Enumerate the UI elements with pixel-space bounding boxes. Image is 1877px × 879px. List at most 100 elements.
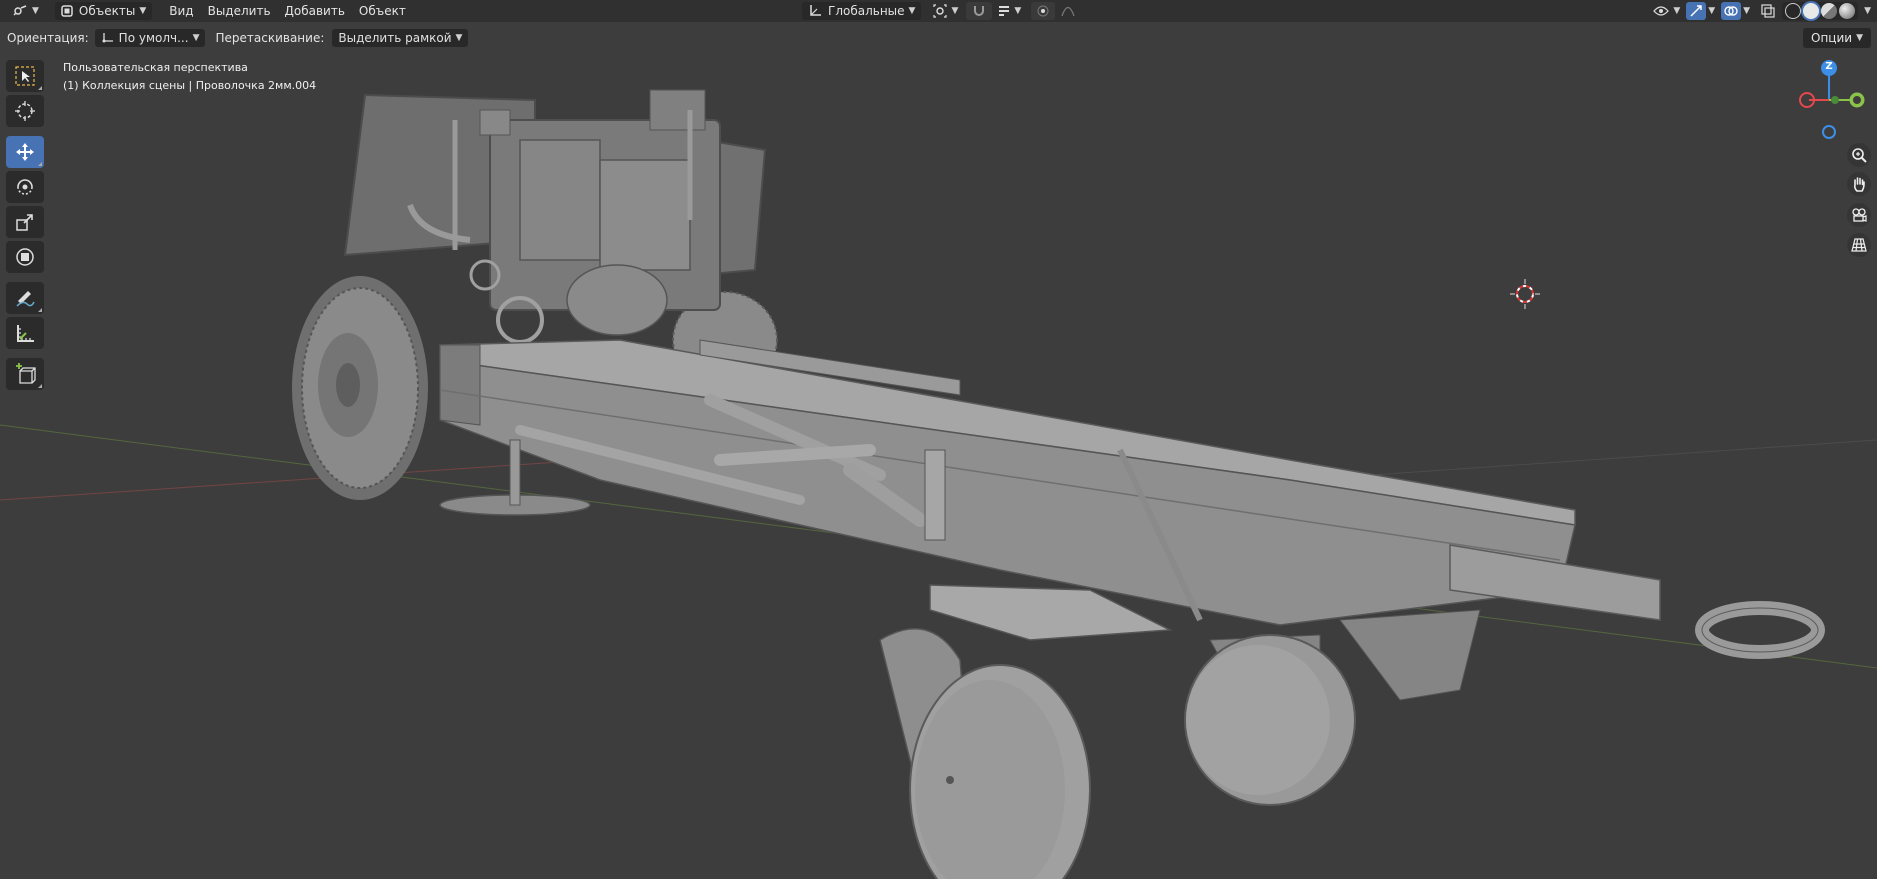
lower-bracket-right	[1339, 609, 1481, 701]
chevron-down-icon: ▼	[1673, 6, 1681, 16]
tow-bar	[1449, 544, 1825, 659]
proportional-edit-icon	[1037, 5, 1049, 17]
zoom-icon	[1852, 148, 1867, 163]
menu-add[interactable]: Добавить	[278, 4, 352, 18]
chevron-down-icon: ▼	[139, 6, 147, 16]
select-box-tool[interactable]	[6, 60, 44, 92]
annotate-icon	[16, 291, 35, 307]
object-mode-icon	[61, 5, 73, 17]
gizmo-toggle[interactable]	[1686, 2, 1707, 20]
hand-icon	[1853, 177, 1865, 192]
viewport-header: ▼ Объекты ▼ Вид Выделить Добавить Объект…	[0, 0, 1877, 22]
orientation-dropdown[interactable]: По умолч... ▼	[94, 29, 206, 47]
orientation-axes-icon	[102, 33, 113, 43]
scale-icon	[16, 214, 33, 231]
move-icon	[16, 143, 34, 161]
gizmo-z-label: Z	[1825, 61, 1833, 72]
menu-view[interactable]: Вид	[162, 4, 200, 18]
rendered-shading-icon[interactable]	[1839, 3, 1856, 19]
measure-icon	[17, 325, 34, 342]
grid-line	[1299, 439, 1877, 481]
transform-icon	[16, 248, 34, 266]
chevron-down-icon[interactable]: ▼	[1708, 6, 1715, 16]
xray-icon	[1761, 4, 1775, 18]
solid-shading-icon[interactable]	[1803, 3, 1820, 19]
add-cube-tool[interactable]	[6, 358, 44, 390]
orientation-axes-icon	[810, 5, 821, 16]
options-label: Опции	[1811, 31, 1853, 45]
tool-settings-header: Ориентация: По умолч... ▼ Перетаскивание…	[0, 26, 1877, 50]
chevron-down-icon[interactable]: ▼	[1864, 6, 1871, 16]
drag-label: Перетаскивание:	[215, 31, 325, 45]
drag-dropdown[interactable]: Выделить рамкой ▼	[332, 29, 469, 47]
chevron-down-icon: ▼	[455, 33, 463, 43]
gizmo-icon	[1690, 5, 1702, 17]
mode-dropdown[interactable]: Объекты ▼	[54, 2, 153, 20]
zoom-button[interactable]	[1847, 143, 1871, 167]
chevron-down-icon[interactable]: ▼	[1743, 6, 1750, 16]
snap-target-button[interactable]: ▼	[992, 2, 1027, 20]
eye-icon	[1653, 6, 1670, 16]
xray-toggle[interactable]	[1758, 2, 1778, 20]
cursor-tool[interactable]	[6, 95, 44, 127]
chevron-down-icon: ▼	[908, 6, 916, 16]
chevron-down-icon: ▼	[32, 6, 39, 16]
grid-perspective-icon	[1851, 238, 1867, 252]
chevron-down-icon: ▼	[1014, 6, 1022, 16]
camera-icon	[1852, 208, 1867, 222]
rotate-icon	[17, 179, 33, 195]
pivot-point-button[interactable]: ▼	[927, 2, 964, 20]
add-cube-icon	[16, 363, 36, 384]
mode-label: Объекты	[78, 4, 136, 18]
select-box-icon	[15, 66, 35, 86]
chevron-down-icon: ▼	[1856, 33, 1863, 43]
drag-value: Выделить рамкой	[338, 31, 452, 45]
overlays-icon	[1724, 6, 1738, 16]
3d-cursor	[1510, 279, 1540, 309]
snap-increment-icon	[999, 6, 1010, 16]
snap-toggle[interactable]	[966, 2, 993, 20]
orientation-value: По умолч...	[118, 31, 189, 45]
3d-viewport[interactable]	[0, 50, 1877, 879]
pan-button[interactable]	[1847, 172, 1871, 196]
wireframe-shading-icon[interactable]	[1785, 3, 1802, 19]
shading-mode-group	[1782, 2, 1859, 20]
perspective-toggle-button[interactable]	[1847, 233, 1871, 257]
visibility-button[interactable]: ▼	[1647, 2, 1686, 20]
measure-tool[interactable]	[6, 317, 44, 349]
transform-tool[interactable]	[6, 241, 44, 273]
falloff-button[interactable]	[1055, 2, 1081, 20]
big-wheel-left	[292, 276, 428, 500]
transform-orientation-dropdown[interactable]: Глобальные ▼	[802, 2, 922, 20]
collection-info-label: (1) Коллекция сцены | Проволочка 2мм.004	[63, 79, 317, 92]
trail-front-face	[439, 344, 481, 426]
view-name-label: Пользовательская перспектива	[63, 61, 248, 74]
magnet-icon	[974, 6, 985, 16]
overlays-toggle[interactable]	[1721, 2, 1742, 20]
chevron-down-icon: ▼	[192, 33, 200, 43]
transform-orientation-label: Глобальные	[828, 4, 905, 18]
scene-render	[0, 89, 1877, 879]
falloff-curve-icon	[1061, 6, 1075, 17]
editor-type-icon	[13, 5, 27, 16]
rotate-tool[interactable]	[6, 171, 44, 203]
material-shading-icon[interactable]	[1821, 3, 1838, 19]
scale-tool[interactable]	[6, 206, 44, 238]
small-wheel-rear	[1184, 634, 1356, 806]
move-tool[interactable]	[6, 136, 44, 168]
chevron-down-icon: ▼	[951, 6, 959, 16]
proportional-edit-toggle[interactable]	[1031, 2, 1056, 20]
viewport-info: Пользовательская перспектива (1) Коллекц…	[63, 59, 316, 95]
menu-select[interactable]: Выделить	[201, 4, 278, 18]
navigation-gizmo[interactable]: Z	[1797, 58, 1867, 146]
annotate-tool[interactable]	[6, 282, 44, 314]
editor-type-button[interactable]: ▼	[6, 2, 45, 20]
gun-mechanism	[407, 89, 721, 344]
menu-object[interactable]: Объект	[352, 4, 413, 18]
camera-view-button[interactable]	[1847, 203, 1871, 227]
orientation-label: Ориентация:	[7, 31, 89, 45]
small-wheel-front	[879, 628, 1091, 879]
pivot-point-icon	[933, 4, 948, 18]
cursor-icon	[15, 101, 35, 121]
options-dropdown[interactable]: Опции ▼	[1803, 28, 1871, 48]
